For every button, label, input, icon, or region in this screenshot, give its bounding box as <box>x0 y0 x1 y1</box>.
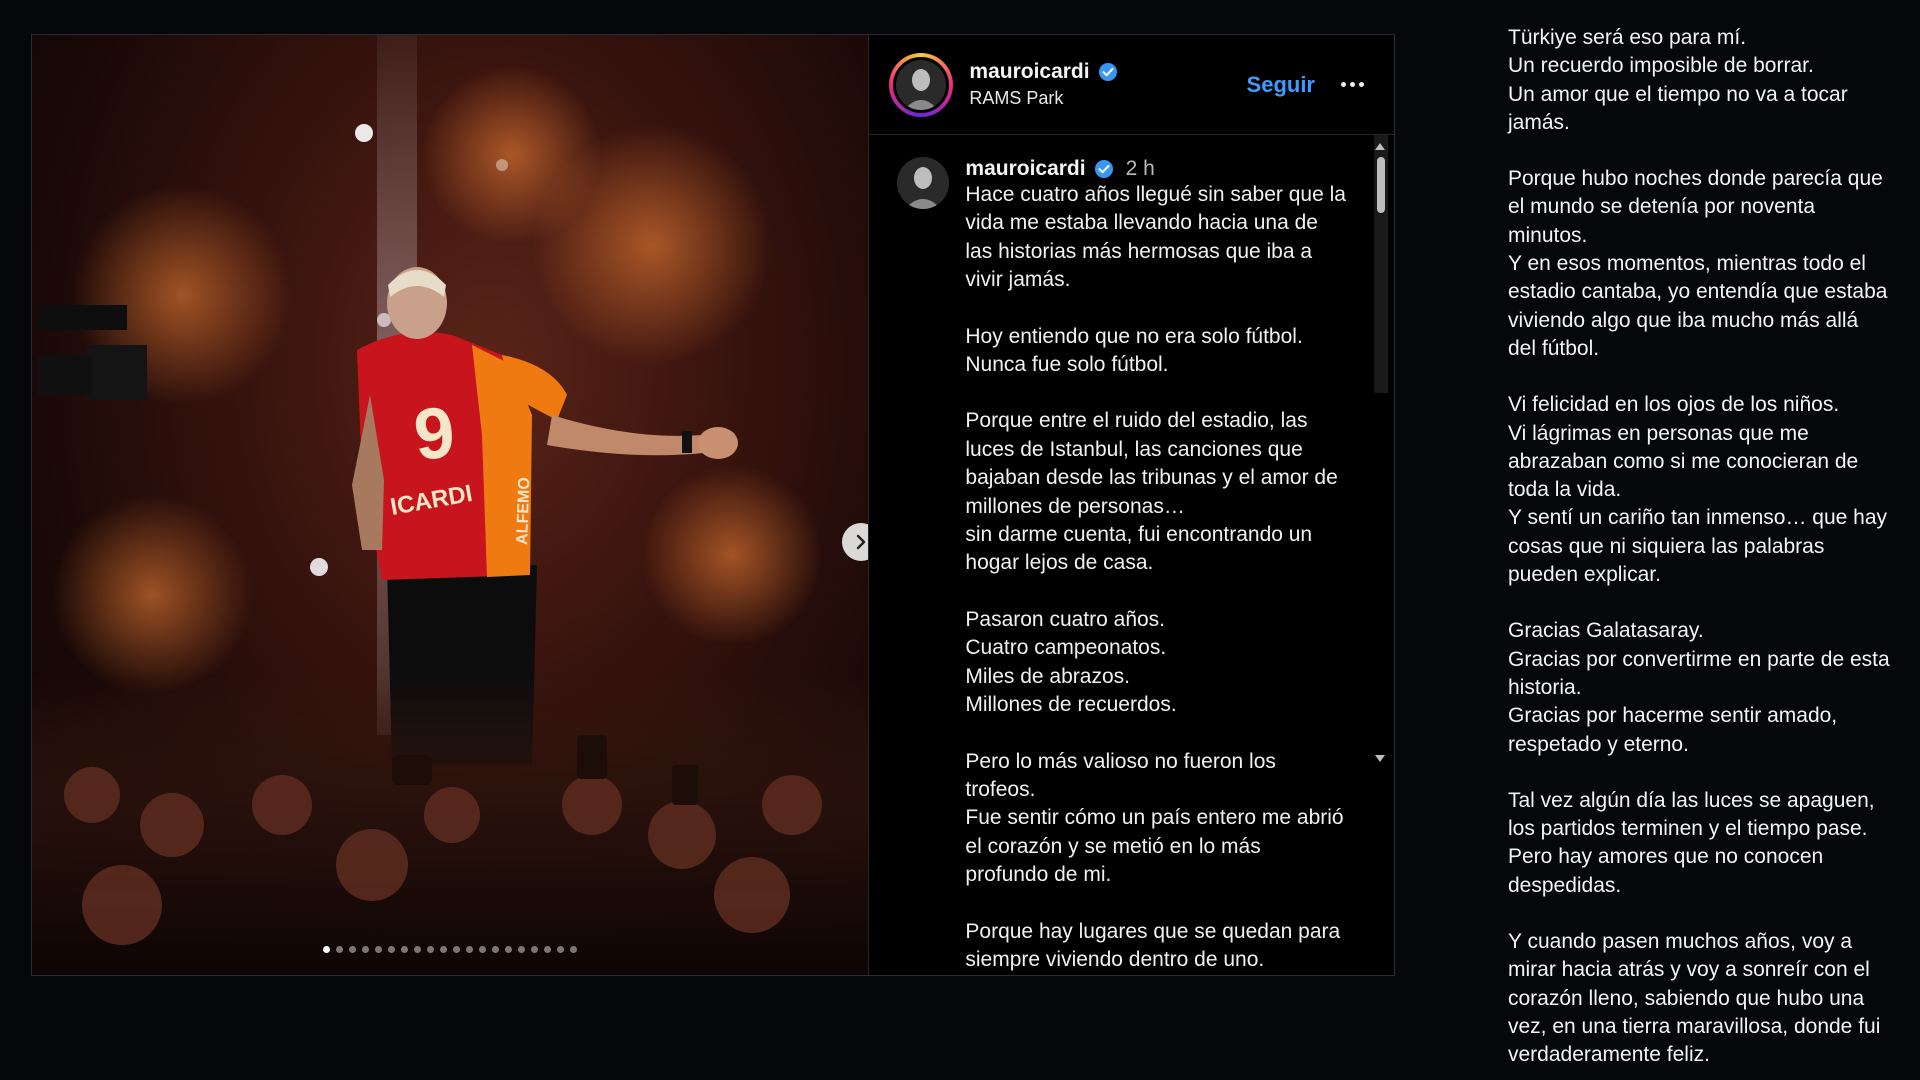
carousel-dot[interactable] <box>414 946 422 953</box>
poem-paragraph: Y cuando pasen muchos años, voy a mirar … <box>1508 930 1881 1067</box>
avatar[interactable] <box>893 56 950 113</box>
carousel-dot[interactable] <box>518 946 526 953</box>
post-time: 2 h <box>1125 157 1155 180</box>
carousel-dot[interactable] <box>388 946 396 953</box>
carousel-dot[interactable] <box>375 946 383 953</box>
post-photo: 9 ICARDI ALFEMO <box>32 35 869 975</box>
sleeve-sponsor: ALFEMO <box>514 477 533 545</box>
follow-button[interactable]: Seguir <box>1247 72 1315 98</box>
caption-paragraph: Pasaron cuatro años. Cuatro campeonatos.… <box>965 607 1177 717</box>
carousel-dot[interactable] <box>505 946 513 953</box>
caption-paragraph: Porque hay lugares que se quedan para si… <box>965 919 1341 971</box>
carousel-dot[interactable] <box>531 946 539 953</box>
header-username[interactable]: mauroicardi <box>969 60 1089 84</box>
carousel-dot[interactable] <box>440 946 448 953</box>
profile-picture <box>896 59 947 110</box>
caption-profile-picture <box>897 157 950 209</box>
poem-text-column: Türkiye será eso para mí. Un recuerdo im… <box>1508 24 1908 1080</box>
carousel-dot[interactable] <box>323 946 331 953</box>
poem-paragraph: Vi felicidad en los ojos de los niños. V… <box>1508 393 1888 587</box>
carousel-dot[interactable] <box>336 946 344 953</box>
carousel-dot[interactable] <box>401 946 409 953</box>
poem-paragraph: Porque hubo noches donde parecía que el … <box>1508 167 1888 360</box>
caption-text: Hace cuatro años llegué sin saber que la… <box>965 181 1365 973</box>
post-caption: mauroicardi 2 h Hace cuatro años llegué … <box>869 135 1394 973</box>
scrollbar-thumb[interactable] <box>1377 157 1385 213</box>
caption-paragraph: Porque entre el ruido del estadio, las l… <box>965 409 1338 575</box>
caption-scroll-area[interactable]: mauroicardi 2 h Hace cuatro años llegué … <box>869 135 1394 973</box>
carousel-dot[interactable] <box>557 946 565 953</box>
post-sidebar: mauroicardi RAMS Park Seguir mauroicardi… <box>868 35 1394 975</box>
caption-username[interactable]: mauroicardi <box>965 157 1085 181</box>
carousel-dot[interactable] <box>453 946 461 953</box>
scroll-up-arrow[interactable] <box>1375 143 1385 150</box>
poem-paragraph: Türkiye será eso para mí. Un recuerdo im… <box>1508 26 1848 134</box>
chevron-right-icon <box>856 534 866 550</box>
carousel-dot[interactable] <box>466 946 474 953</box>
carousel-dot[interactable] <box>479 946 487 953</box>
carousel-dot[interactable] <box>349 946 357 953</box>
story-ring[interactable] <box>889 52 954 117</box>
carousel-dot[interactable] <box>544 946 552 953</box>
post-header: mauroicardi RAMS Park Seguir <box>869 35 1394 135</box>
carousel-dot[interactable] <box>362 946 370 953</box>
instagram-post: 9 ICARDI ALFEMO mauroicardi RAMS Park Se… <box>31 34 1395 976</box>
post-media[interactable]: 9 ICARDI ALFEMO <box>32 35 869 975</box>
caption-avatar[interactable] <box>897 157 950 209</box>
carousel-indicator <box>32 946 868 953</box>
scroll-down-arrow[interactable] <box>1375 755 1385 762</box>
screen: 9 ICARDI ALFEMO mauroicardi RAMS Park Se… <box>0 0 1920 1080</box>
poem-paragraph: Gracias Galatasaray. Gracias por convert… <box>1508 619 1890 756</box>
verified-badge-icon <box>1098 63 1117 81</box>
jersey-number: 9 <box>410 392 458 476</box>
more-options-icon[interactable] <box>1341 82 1364 87</box>
carousel-dot[interactable] <box>427 946 435 953</box>
caption-paragraph: Pero lo más valioso no fueron los trofeo… <box>965 749 1344 887</box>
carousel-dot[interactable] <box>570 946 578 953</box>
caption-paragraph: Hoy entiendo que no era solo fútbol. Nun… <box>965 324 1303 377</box>
caption-verified-badge-icon <box>1094 160 1113 178</box>
caption-paragraph: Hace cuatro años llegué sin saber que la… <box>965 183 1346 292</box>
carousel-dot[interactable] <box>492 946 500 953</box>
post-location[interactable]: RAMS Park <box>969 88 1246 109</box>
poem-paragraph: Tal vez algún día las luces se apaguen, … <box>1508 788 1875 897</box>
